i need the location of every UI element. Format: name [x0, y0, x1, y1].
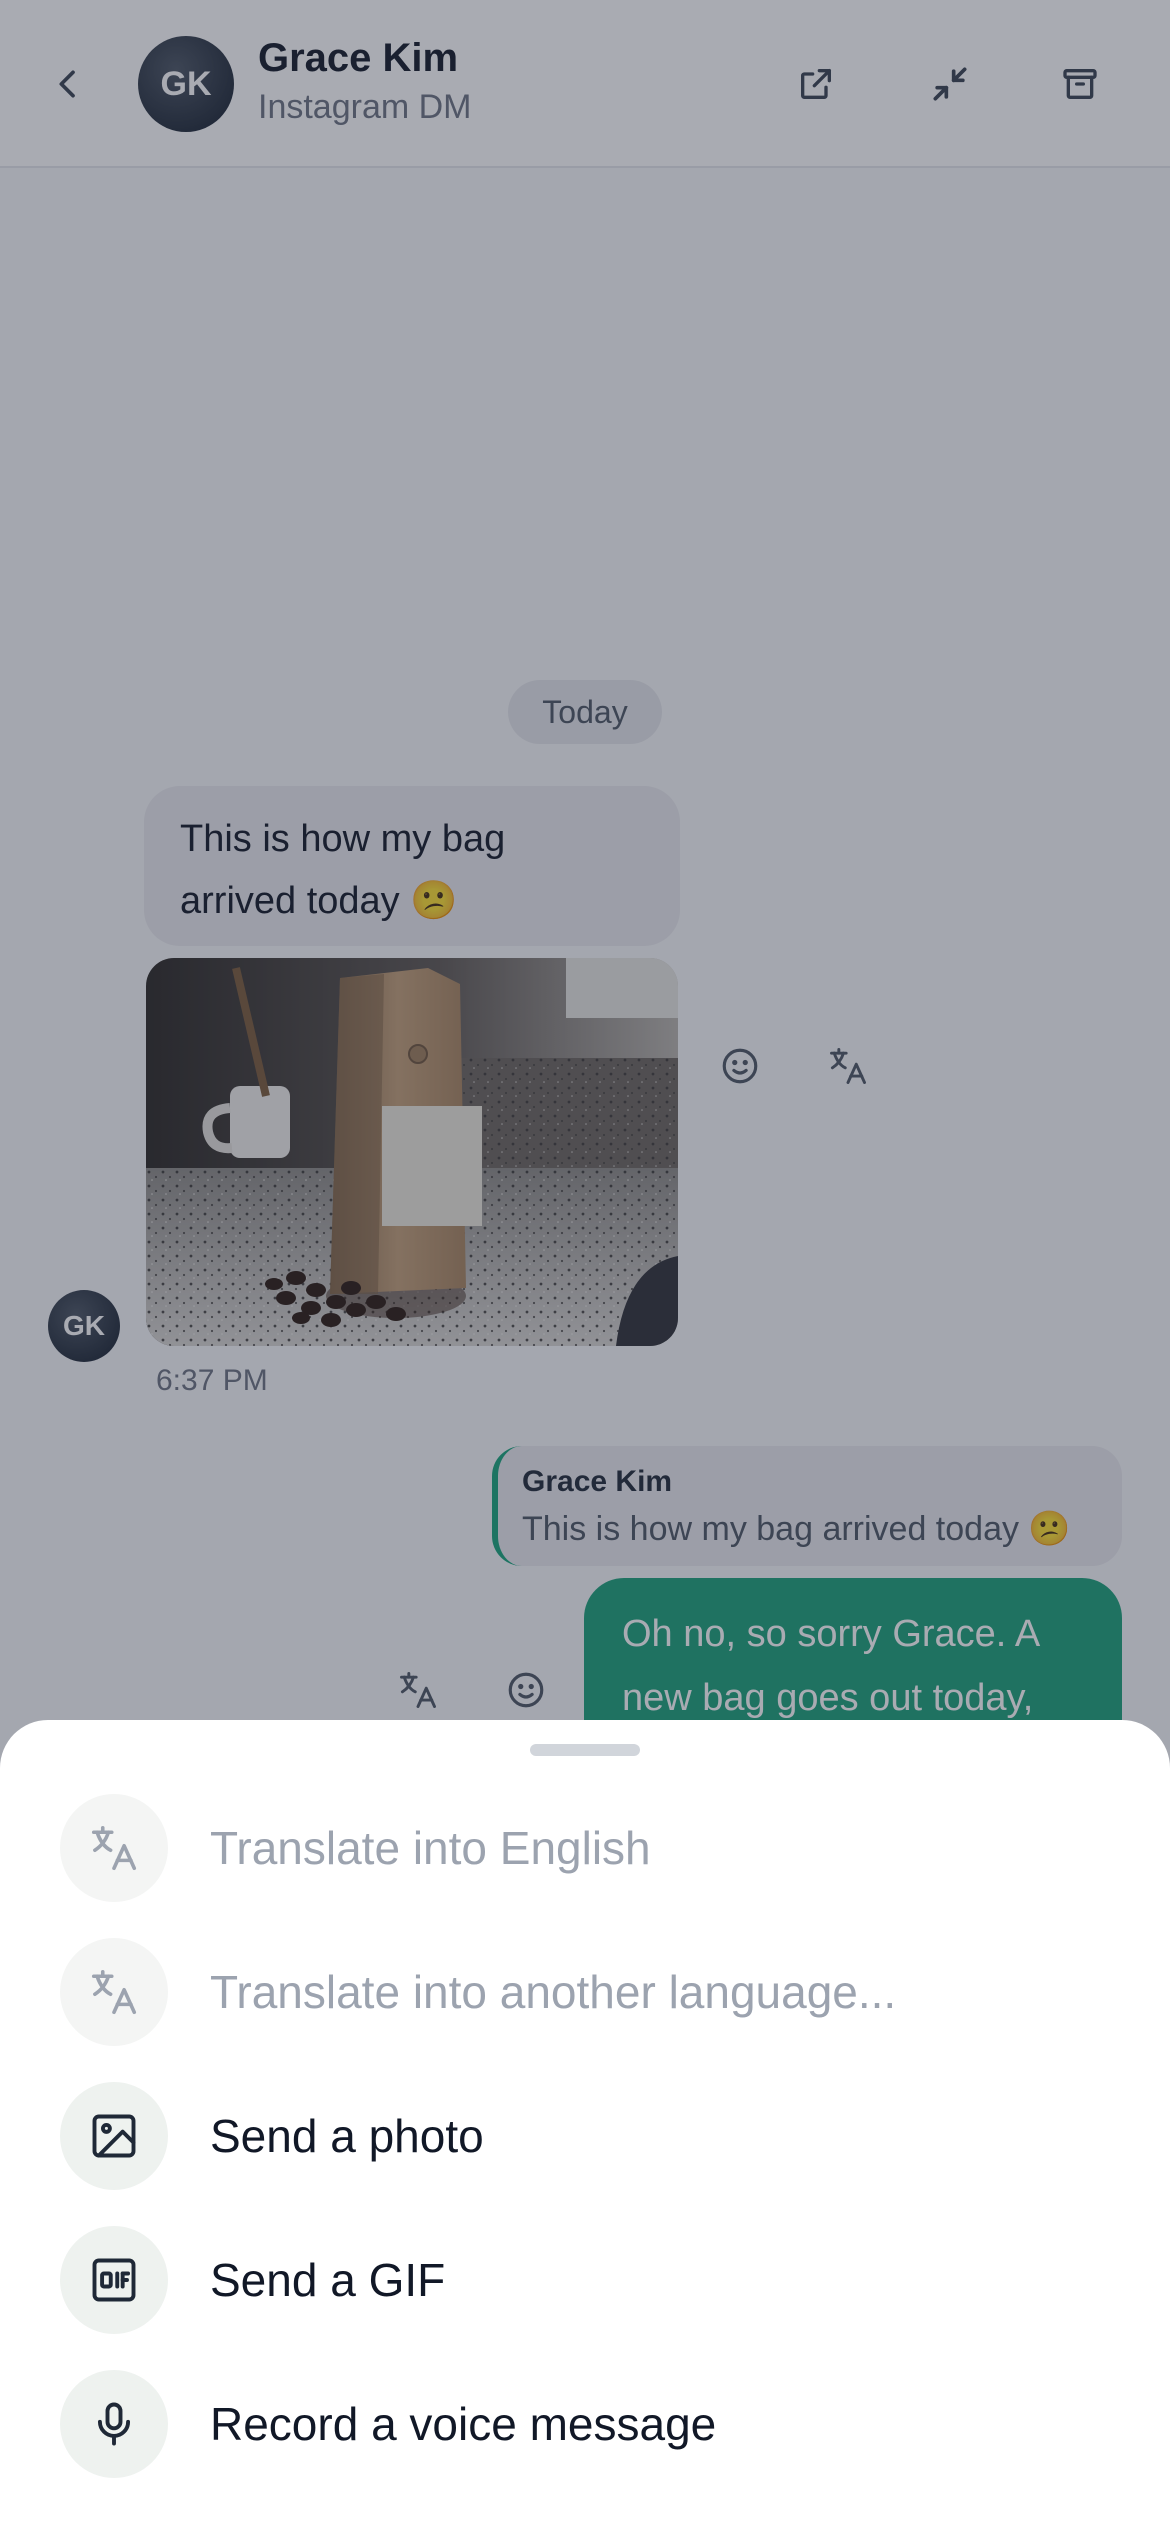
translate-icon [91, 1969, 137, 2015]
option-label: Send a GIF [210, 2254, 446, 2306]
option-send-photo[interactable]: Send a photo [0, 2064, 1170, 2208]
option-send-gif[interactable]: Send a GIF [0, 2208, 1170, 2352]
actions-sheet: Translate into English Translate into an… [0, 1720, 1170, 2532]
sheet-grabber[interactable] [530, 1744, 640, 1756]
option-icon-circle [60, 1938, 168, 2046]
option-translate-other[interactable]: Translate into another language... [0, 1920, 1170, 2064]
option-label: Translate into another language... [210, 1966, 897, 2018]
microphone-icon [97, 2402, 131, 2446]
option-label: Record a voice message [210, 2398, 717, 2450]
option-icon-circle [60, 2226, 168, 2334]
option-label: Translate into English [210, 1822, 651, 1874]
gif-icon [92, 2258, 136, 2302]
option-icon-circle [60, 1794, 168, 1902]
option-icon-circle [60, 2082, 168, 2190]
translate-icon [91, 1825, 137, 1871]
option-record-voice[interactable]: Record a voice message [0, 2352, 1170, 2496]
option-label: Send a photo [210, 2110, 484, 2162]
image-icon [92, 2114, 136, 2158]
option-icon-circle [60, 2370, 168, 2478]
option-translate-english[interactable]: Translate into English [0, 1776, 1170, 1920]
